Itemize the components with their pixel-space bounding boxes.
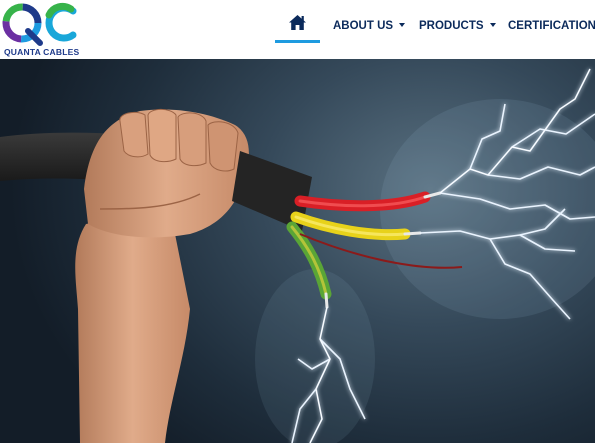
logo-wordmark: QUANTA CABLES <box>4 47 80 57</box>
nav-certification[interactable]: CERTIFICATION <box>508 4 595 48</box>
nav-products-label: PRODUCTS <box>419 20 484 32</box>
quanta-cables-logo[interactable]: QUANTA CABLES <box>2 1 80 58</box>
hero-banner <box>0 59 595 443</box>
chevron-down-icon <box>489 23 496 27</box>
chevron-down-icon <box>399 23 406 27</box>
nav-about-us[interactable]: ABOUT US <box>333 4 406 48</box>
site-header: QUANTA CABLES ABOUT US PRODUCTS CERTIFIC… <box>0 0 595 59</box>
nav-products[interactable]: PRODUCTS <box>419 4 496 48</box>
home-icon <box>289 14 306 30</box>
arm <box>75 209 190 443</box>
nav-about-us-label: ABOUT US <box>333 20 394 32</box>
qc-logo-mark <box>2 2 77 46</box>
nav-home[interactable] <box>275 4 320 40</box>
active-nav-indicator <box>275 40 320 43</box>
hero-image <box>0 68 595 443</box>
nav-certification-label: CERTIFICATION <box>508 20 595 32</box>
